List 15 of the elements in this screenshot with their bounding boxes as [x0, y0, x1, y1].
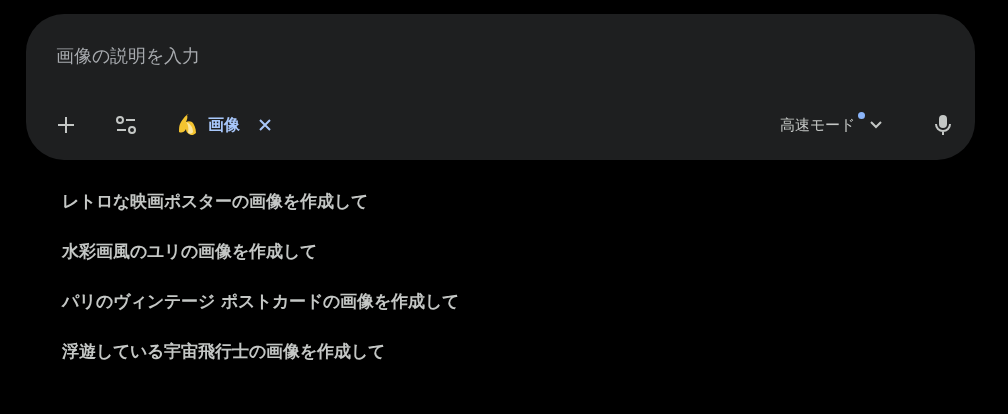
banana-icon — [176, 114, 198, 136]
microphone-icon — [935, 114, 951, 136]
mode-dropdown[interactable]: 高速モード — [780, 115, 883, 135]
remove-chip-button[interactable] — [258, 118, 272, 132]
suggestion-chip[interactable]: 水彩画風のユリの画像を作成して — [62, 240, 317, 263]
suggestion-chip[interactable]: 浮遊している宇宙飛行士の画像を作成して — [62, 340, 385, 363]
close-icon — [259, 119, 271, 131]
plus-icon — [56, 115, 76, 135]
sliders-icon — [115, 115, 137, 135]
chip-label: 画像 — [208, 114, 240, 136]
suggestion-chip[interactable]: パリのヴィンテージ ポストカードの画像を作成して — [62, 290, 459, 313]
prompt-field[interactable]: 画像の説明を入力 — [56, 42, 656, 68]
chevron-down-icon — [869, 120, 883, 130]
suggestion-chip[interactable]: レトロな映画ポスターの画像を作成して — [62, 190, 368, 213]
tools-button[interactable] — [114, 113, 138, 137]
